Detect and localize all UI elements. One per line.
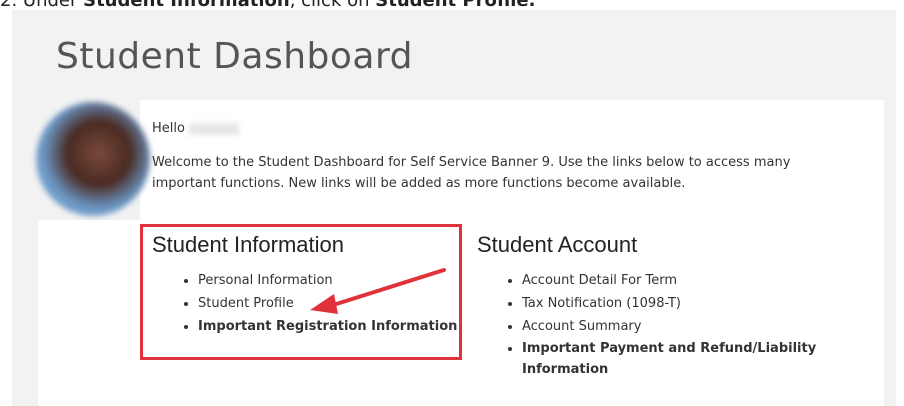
dashboard-screenshot: Student Dashboard Hello Welcome to the S… bbox=[12, 10, 896, 406]
pointer-arrow-icon bbox=[310, 268, 446, 314]
